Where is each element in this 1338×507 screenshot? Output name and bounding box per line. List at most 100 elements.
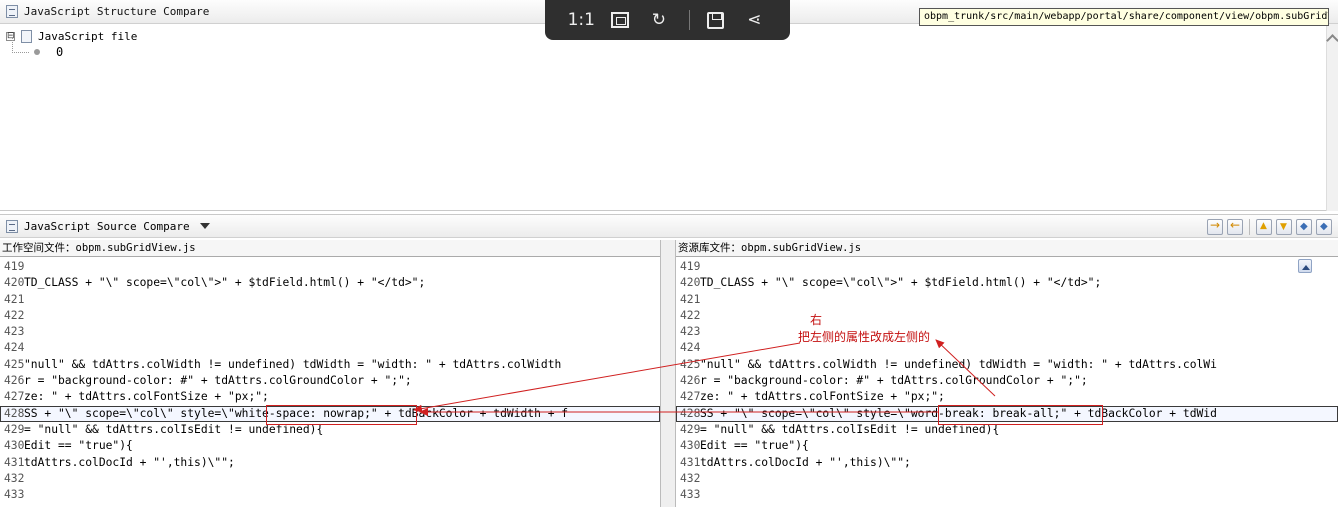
code-line[interactable]: 425"null" && tdAttrs.colWidth != undefin…	[0, 357, 660, 373]
copy-right-to-left-icon[interactable]	[1227, 218, 1243, 235]
compare-toolbar	[1207, 218, 1332, 235]
toolbar-divider	[1249, 219, 1250, 235]
line-number: 432	[4, 471, 25, 485]
code-line[interactable]: 420TD_CLASS + "\" scope=\"col\">" + $tdF…	[676, 275, 1338, 291]
repository-code-area[interactable]: 419 420TD_CLASS + "\" scope=\"col\">" + $…	[676, 257, 1338, 503]
save-icon[interactable]	[707, 11, 725, 29]
previous-change-icon[interactable]	[1316, 219, 1332, 235]
previous-difference-icon[interactable]	[1276, 219, 1292, 235]
line-number: 433	[680, 488, 701, 502]
line-number: 432	[680, 471, 701, 485]
code-line[interactable]: 423	[676, 324, 1338, 340]
line-number: 428	[4, 406, 25, 420]
code-text: r = "background-color: #" + tdAttrs.colG…	[24, 374, 412, 388]
code-line[interactable]: 422	[676, 308, 1338, 324]
code-text: TD_CLASS + "\" scope=\"col\">" + $tdFiel…	[700, 276, 1102, 290]
code-line[interactable]: 430Edit == "true"){	[676, 438, 1338, 454]
code-line[interactable]: 427ze: " + tdAttrs.colFontSize + "px;";	[676, 389, 1338, 405]
code-line[interactable]: 432	[676, 471, 1338, 487]
fit-window-icon[interactable]	[610, 12, 629, 28]
refresh-icon[interactable]: ↻	[646, 10, 672, 30]
code-line[interactable]: 431tdAttrs.colDocId + "',this)\"";	[676, 455, 1338, 471]
annotation-text-right: 右	[810, 313, 823, 327]
code-text: "null" && tdAttrs.colWidth != undefined)…	[24, 357, 562, 371]
line-number: 423	[680, 325, 701, 339]
copy-left-to-right-icon[interactable]	[1207, 218, 1223, 235]
line-number: 431	[680, 455, 701, 469]
code-line[interactable]: 423	[0, 324, 660, 340]
line-number: 420	[4, 276, 25, 290]
code-line[interactable]: 426r = "background-color: #" + tdAttrs.c…	[676, 373, 1338, 389]
line-number: 424	[4, 341, 25, 355]
workspace-code-area[interactable]: 419 420TD_CLASS + "\" scope=\"col\">" + $…	[0, 257, 660, 503]
line-number: 429	[4, 422, 25, 436]
tree-item-label: JavaScript file	[38, 29, 138, 43]
line-number: 426	[680, 374, 701, 388]
line-number: 419	[4, 260, 25, 273]
structure-compare-title: JavaScript Structure Compare	[24, 5, 210, 18]
code-line[interactable]: 424	[676, 340, 1338, 356]
compare-scrollbar[interactable]	[1292, 257, 1338, 507]
code-line[interactable]: 420TD_CLASS + "\" scope=\"col\">" + $tdF…	[0, 275, 660, 291]
code-line[interactable]: 421	[676, 292, 1338, 308]
line-number: 433	[4, 488, 25, 502]
code-line[interactable]: 419	[0, 259, 660, 275]
code-line[interactable]: 427ze: " + tdAttrs.colFontSize + "px;";	[0, 389, 660, 405]
actual-size-button[interactable]: 1:1	[568, 10, 595, 30]
code-line[interactable]: 432	[0, 471, 660, 487]
line-number: 431	[4, 455, 25, 469]
line-number: 428	[680, 406, 701, 420]
repository-file-pane[interactable]: 资源库文件：obpm.subGridView.js 419 420TD_CLASS…	[676, 240, 1338, 507]
code-text: tdAttrs.colDocId + "',this)\"";	[700, 455, 911, 469]
line-number: 422	[4, 308, 25, 322]
workspace-file-title: 工作空间文件：obpm.subGridView.js	[0, 240, 660, 257]
left-highlight-box	[266, 405, 417, 425]
line-number: 427	[680, 390, 701, 404]
code-line[interactable]: 430Edit == "true"){	[0, 438, 660, 454]
line-number: 419	[680, 260, 701, 273]
tree-item-child[interactable]: 0	[11, 38, 137, 60]
line-number: 421	[4, 292, 25, 306]
view-menu-dropdown-icon[interactable]	[199, 223, 210, 229]
node-dot-icon	[34, 49, 40, 55]
code-text: r = "background-color: #" + tdAttrs.colG…	[700, 374, 1088, 388]
image-viewer-toolbar: 1:1 ↻ ⋖	[545, 0, 790, 40]
workspace-file-pane[interactable]: 工作空间文件：obpm.subGridView.js 419 420TD_CLAS…	[0, 240, 660, 507]
next-difference-icon[interactable]	[1256, 219, 1272, 235]
repository-file-title: 资源库文件：obpm.subGridView.js	[676, 240, 1338, 257]
code-line[interactable]: 421	[0, 292, 660, 308]
code-line[interactable]: 426r = "background-color: #" + tdAttrs.c…	[0, 373, 660, 389]
line-number: 425	[680, 357, 701, 371]
code-line[interactable]: 433	[0, 487, 660, 503]
source-compare-title: JavaScript Source Compare	[24, 219, 190, 233]
tree-child-value: 0	[56, 45, 64, 59]
structure-tree: ⊟ JavaScript file 0	[6, 28, 137, 60]
top-panel-scrollbar[interactable]	[1326, 24, 1338, 211]
line-number: 427	[4, 390, 25, 404]
code-text: TD_CLASS + "\" scope=\"col\">" + $tdFiel…	[24, 276, 426, 290]
scroll-up-button[interactable]	[1298, 259, 1312, 273]
share-icon[interactable]: ⋖	[741, 10, 767, 30]
scroll-up-chevron-icon[interactable]	[1326, 34, 1338, 47]
code-line[interactable]: 419	[676, 259, 1338, 275]
code-line[interactable]: 422	[0, 308, 660, 324]
code-text: Edit == "true"){	[24, 439, 133, 453]
code-text: ze: " + tdAttrs.colFontSize + "px;";	[24, 390, 269, 404]
source-compare-header: JavaScript Source Compare	[0, 214, 1338, 238]
code-line[interactable]: 425"null" && tdAttrs.colWidth != undefin…	[676, 357, 1338, 373]
code-text: Edit == "true"){	[700, 439, 809, 453]
line-number: 430	[680, 439, 701, 453]
code-line[interactable]: 433	[676, 487, 1338, 503]
source-view-icon	[6, 219, 18, 233]
next-change-icon[interactable]	[1296, 219, 1312, 235]
file-path-tooltip: obpm_trunk/src/main/webapp/portal/share/…	[919, 8, 1329, 26]
line-number: 422	[680, 308, 701, 322]
code-line[interactable]: 431tdAttrs.colDocId + "',this)\"";	[0, 455, 660, 471]
code-text: "null" && tdAttrs.colWidth != undefined)…	[700, 357, 1217, 371]
structure-view-icon	[6, 5, 18, 18]
code-line[interactable]: 424	[0, 340, 660, 356]
code-text: tdAttrs.colDocId + "',this)\"";	[24, 455, 235, 469]
line-number: 429	[680, 422, 701, 436]
pane-divider[interactable]	[660, 240, 676, 507]
line-number: 426	[4, 374, 25, 388]
